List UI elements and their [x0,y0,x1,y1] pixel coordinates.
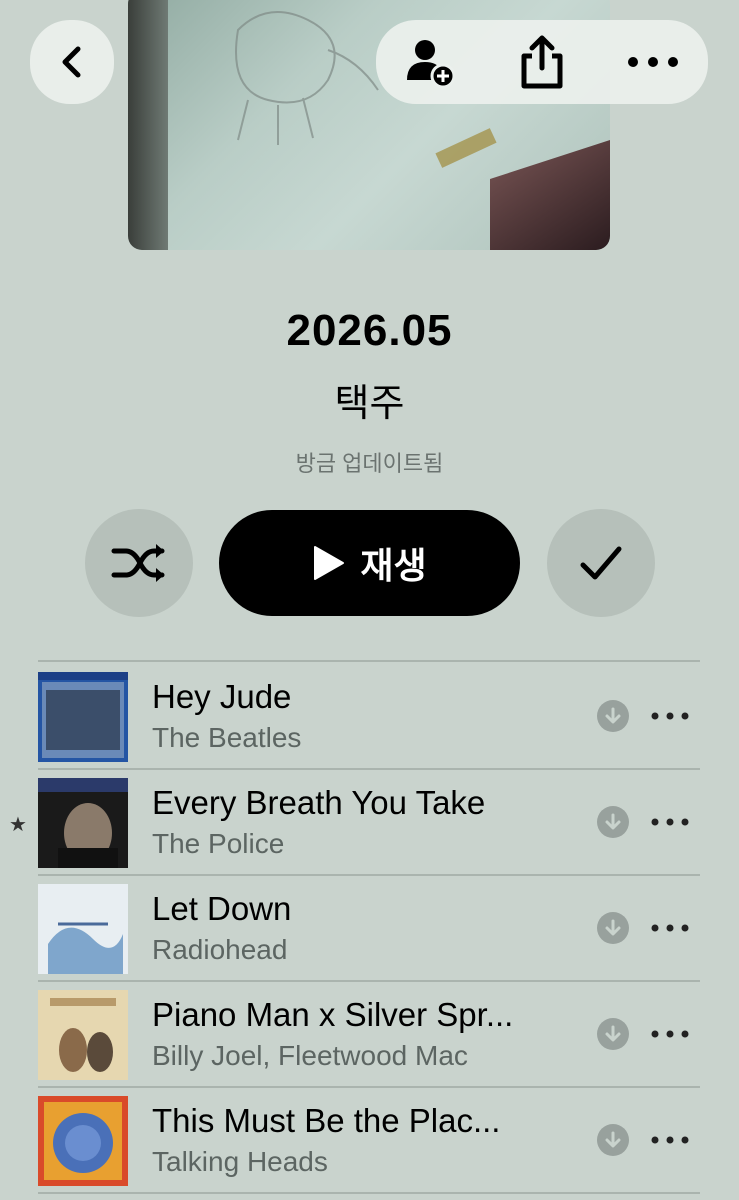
song-more-button[interactable] [650,1018,690,1050]
song-more-button[interactable] [650,1124,690,1156]
more-icon [651,712,689,720]
song-artist: Billy Joel, Fleetwood Mac [152,1040,468,1071]
share-button[interactable] [512,32,572,92]
song-row[interactable]: Piano Man x Silver Spr... Billy Joel, Fl… [0,980,739,1086]
song-artist: Talking Heads [152,1146,328,1177]
song-row[interactable]: Hey Jude The Beatles [0,662,739,768]
shuffle-icon [111,544,165,582]
album-art [38,672,128,762]
download-icon[interactable] [597,912,629,944]
divider [38,1192,700,1194]
add-person-icon [407,40,456,89]
play-label: 재생 [360,545,427,586]
header-actions [376,20,708,104]
download-icon[interactable] [597,1018,629,1050]
back-button[interactable] [30,20,114,104]
song-artist: The Beatles [152,722,302,753]
song-row[interactable]: ★ Every Breath You Take The Police [0,768,739,874]
song-more-button[interactable] [650,700,690,732]
checkmark-icon [580,546,622,580]
download-icon[interactable] [597,700,629,732]
song-more-button[interactable] [650,806,690,838]
share-icon [521,35,563,89]
album-art [38,884,128,974]
star-icon: ★ [9,814,27,836]
added-to-library-button[interactable] [547,509,655,617]
more-icon [651,818,689,826]
play-icon [314,546,345,580]
play-button[interactable]: 재생 [219,510,520,616]
playlist-owner[interactable]: 택주 [0,372,739,427]
add-collaborator-button[interactable] [401,32,461,92]
more-icon [651,1030,689,1038]
song-row[interactable]: This Must Be the Plac... Talking Heads [0,1086,739,1192]
updated-status: 방금 업데이트됨 [295,451,444,476]
song-title: Let Down [152,890,292,927]
song-more-button[interactable] [650,912,690,944]
song-artist: Radiohead [152,934,288,965]
download-icon[interactable] [597,1124,629,1156]
more-icon [627,57,678,67]
song-title: Every Breath You Take [152,784,486,821]
playlist-title: 2026.05 [286,306,453,355]
more-icon [651,924,689,932]
song-row[interactable]: Let Down Radiohead [0,874,739,980]
song-title: This Must Be the Plac... [152,1102,501,1139]
song-artist: The Police [152,828,285,859]
album-art [38,1096,128,1186]
more-icon [651,1136,689,1144]
album-art [38,990,128,1080]
song-title: Piano Man x Silver Spr... [152,996,514,1033]
download-icon[interactable] [597,806,629,838]
shuffle-button[interactable] [85,509,193,617]
chevron-left-icon [62,46,81,78]
album-art [38,778,128,868]
more-options-button[interactable] [623,32,683,92]
song-title: Hey Jude [152,678,292,715]
